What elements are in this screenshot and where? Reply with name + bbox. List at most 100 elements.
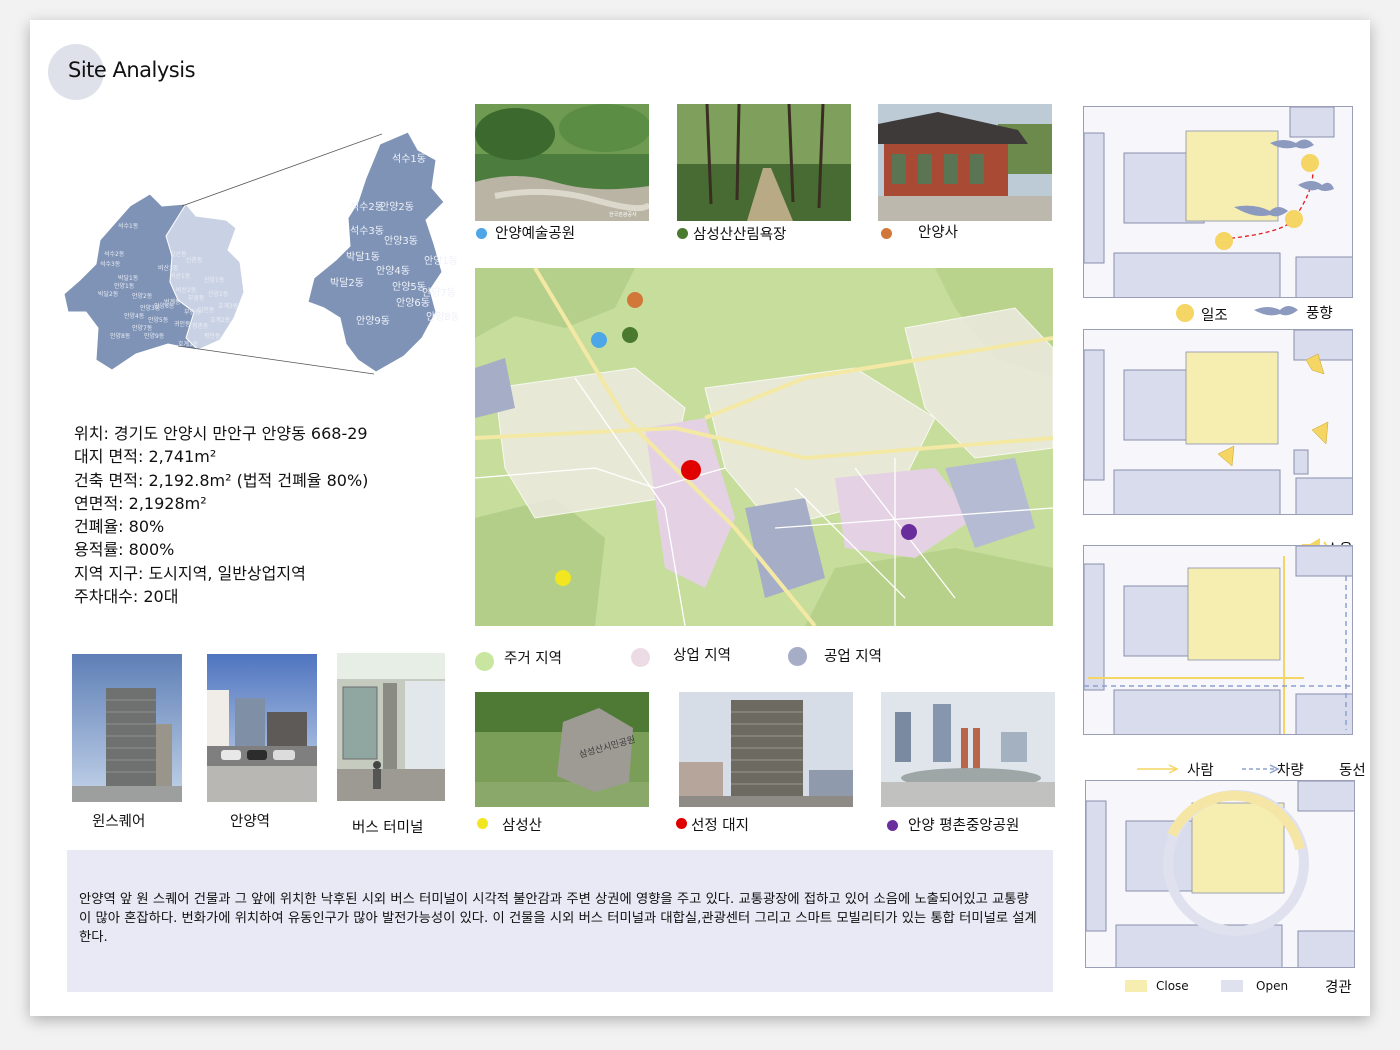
zoom-district-label: 석수1동 [392,153,426,165]
page-title: Site Analysis [68,58,196,82]
legend-dot-selected-site [676,818,687,829]
open-swatch [1221,980,1243,992]
district-label: 관양1동 [204,276,225,284]
caption-winsquare: 윈스퀘어 [92,814,146,830]
zoom-district-label: 안양4동 [376,265,410,277]
zoom-district-label: 안양8동 [426,311,458,323]
photo-anyang-art-park: 한국관광공사 [475,104,649,221]
district-label: 석수3동 [100,260,121,268]
zoom-district-label: 석수2동 [350,201,384,213]
circulation-diagram [1083,545,1353,735]
photo-anyang-station [207,654,317,802]
svg-text:한국관광공사: 한국관광공사 [609,211,637,218]
district-label: 신촌동 [186,256,203,264]
district-label: 안양8동 [110,332,131,340]
district-label: 석수2동 [104,250,125,258]
district-label: 박달2동 [98,290,119,298]
view-label: 경관 [1325,980,1352,996]
zoom-connector-lines [181,133,383,207]
district-label: 박달1동 [118,274,139,282]
district-label: 평촌동 [192,322,209,330]
district-label: 안양7동 [132,324,153,332]
caption-selected-site: 선정 대지 [691,818,749,834]
photo-winsquare [72,654,182,802]
district-label: 비산1동 [170,272,191,280]
site-info: 위치: 경기도 안양시 만안구 안양동 668-29 대지 면적: 2,741m… [74,422,368,608]
zoom-district-label: 안양6동 [396,297,430,309]
legend-dot-samseongsan-forest [677,228,688,239]
district-label: 호계2동 [210,316,231,324]
zoom-district-label: 안양5동 [392,281,426,293]
district-map: 석수1동석수2동석수3동박달1동박달2동안양1동안양2동안양3동안양4동안양5동… [63,132,458,375]
legend-dot-anyang-art-park [476,228,487,239]
district-label: 안양2동 [132,292,153,300]
district-label: 부림동 [184,308,201,316]
site-analysis-sheet: Site Analysis 석수1동 석수2동 석수3동 박달1동 박달2동 안양1동 안양… [30,20,1370,1016]
district-label: 평안동 [204,332,221,340]
zoom-district-label: 안양3동 [384,235,418,247]
people-legend-icon [1137,764,1179,774]
zoom-district-label: 박달1동 [346,251,380,263]
zoom-connector-lines-bottom [177,345,375,375]
district-label: 범계동 [164,298,181,306]
district-label: 안양1동 [114,282,135,290]
info-zoning: 지역 지구: 도시지역, 일반상업지역 [74,563,306,583]
wind-label: 풍향 [1306,306,1333,322]
info-site-area: 대지 면적: 2,741m² [74,447,217,467]
view-diagram [1085,780,1355,968]
district-label: 석수1동 [118,222,139,230]
caption-samseongsan-forest: 삼성산산림욕장 [693,227,787,243]
noise-diagram [1083,329,1353,515]
legend-industrial [788,647,807,666]
photo-bus-terminal [337,653,445,801]
sun-wind-diagram [1083,106,1353,298]
district-label: 안양5동 [148,316,169,324]
district-label: 갈산동 [170,250,187,258]
circulation-label: 동선 [1339,763,1366,779]
district-label: 비산3동 [158,264,179,272]
caption-anyang-station: 안양역 [230,814,271,830]
photo-samseongsan-park: 삼성산시민공원 [475,692,649,807]
legend-dot-pyeongchon-park [887,820,898,831]
legend-dot-samseongsan [477,818,488,829]
zoom-district-label: 석수3동 [350,225,384,237]
photo-samseongsan-forest [677,104,851,221]
info-parking: 주차대수: 20대 [74,587,179,607]
legend-residential [475,652,494,671]
wind-legend-icon [1254,306,1298,316]
photo-anyangsa-temple [878,104,1052,221]
info-far: 용적률: 800% [74,540,175,560]
caption-anyang-art-park: 안양예술공원 [495,226,576,242]
people-label: 사람 [1187,763,1214,779]
close-label: Close [1156,979,1189,993]
description-text: 안양역 앞 원 스퀘어 건물과 그 앞에 위치한 낙후된 시외 버스 터미널이 … [79,892,1037,945]
caption-pyeongchon-park: 안양 평촌중앙공원 [908,818,1020,834]
vehicle-legend-icon [1242,764,1280,774]
info-location: 위치: 경기도 안양시 만안구 안양동 668-29 [74,424,368,443]
district-label: 부흥동 [188,294,205,302]
vehicle-label: 차량 [1277,763,1304,779]
photo-selected-site [679,692,853,807]
caption-bus-terminal: 버스 터미널 [352,820,424,836]
legend-commercial [631,648,650,667]
district-label: 안양9동 [144,332,165,340]
open-label: Open [1256,979,1289,993]
sun-label: 일조 [1201,308,1228,324]
description-box: 안양역 앞 원 스퀘어 건물과 그 앞에 위치한 낙후된 시외 버스 터미널이 … [67,850,1053,992]
info-floor-area: 연면적: 2,1928m² [74,493,207,513]
info-coverage: 건폐율: 80% [74,517,165,537]
zoom-district-label: 박달2동 [330,277,364,289]
district-label: 호계3동 [218,302,239,310]
district-label: 비산2동 [176,286,197,294]
info-building-area: 건축 면적: 2,192.8m² (법적 건폐율 80%) [74,470,369,490]
legend-residential-label: 주거 지역 [504,651,562,667]
zoning-map [475,268,1053,626]
close-swatch [1125,980,1147,992]
zoom-district-label: 안양9동 [356,315,390,327]
caption-samseongsan: 삼성산 [502,818,543,834]
sun-legend-icon [1176,304,1194,322]
caption-anyangsa: 안양사 [918,225,959,241]
district-label: 호계1동 [178,340,199,348]
zoom-district-label: 안양2동 [380,201,414,213]
legend-dot-anyangsa [881,228,892,239]
